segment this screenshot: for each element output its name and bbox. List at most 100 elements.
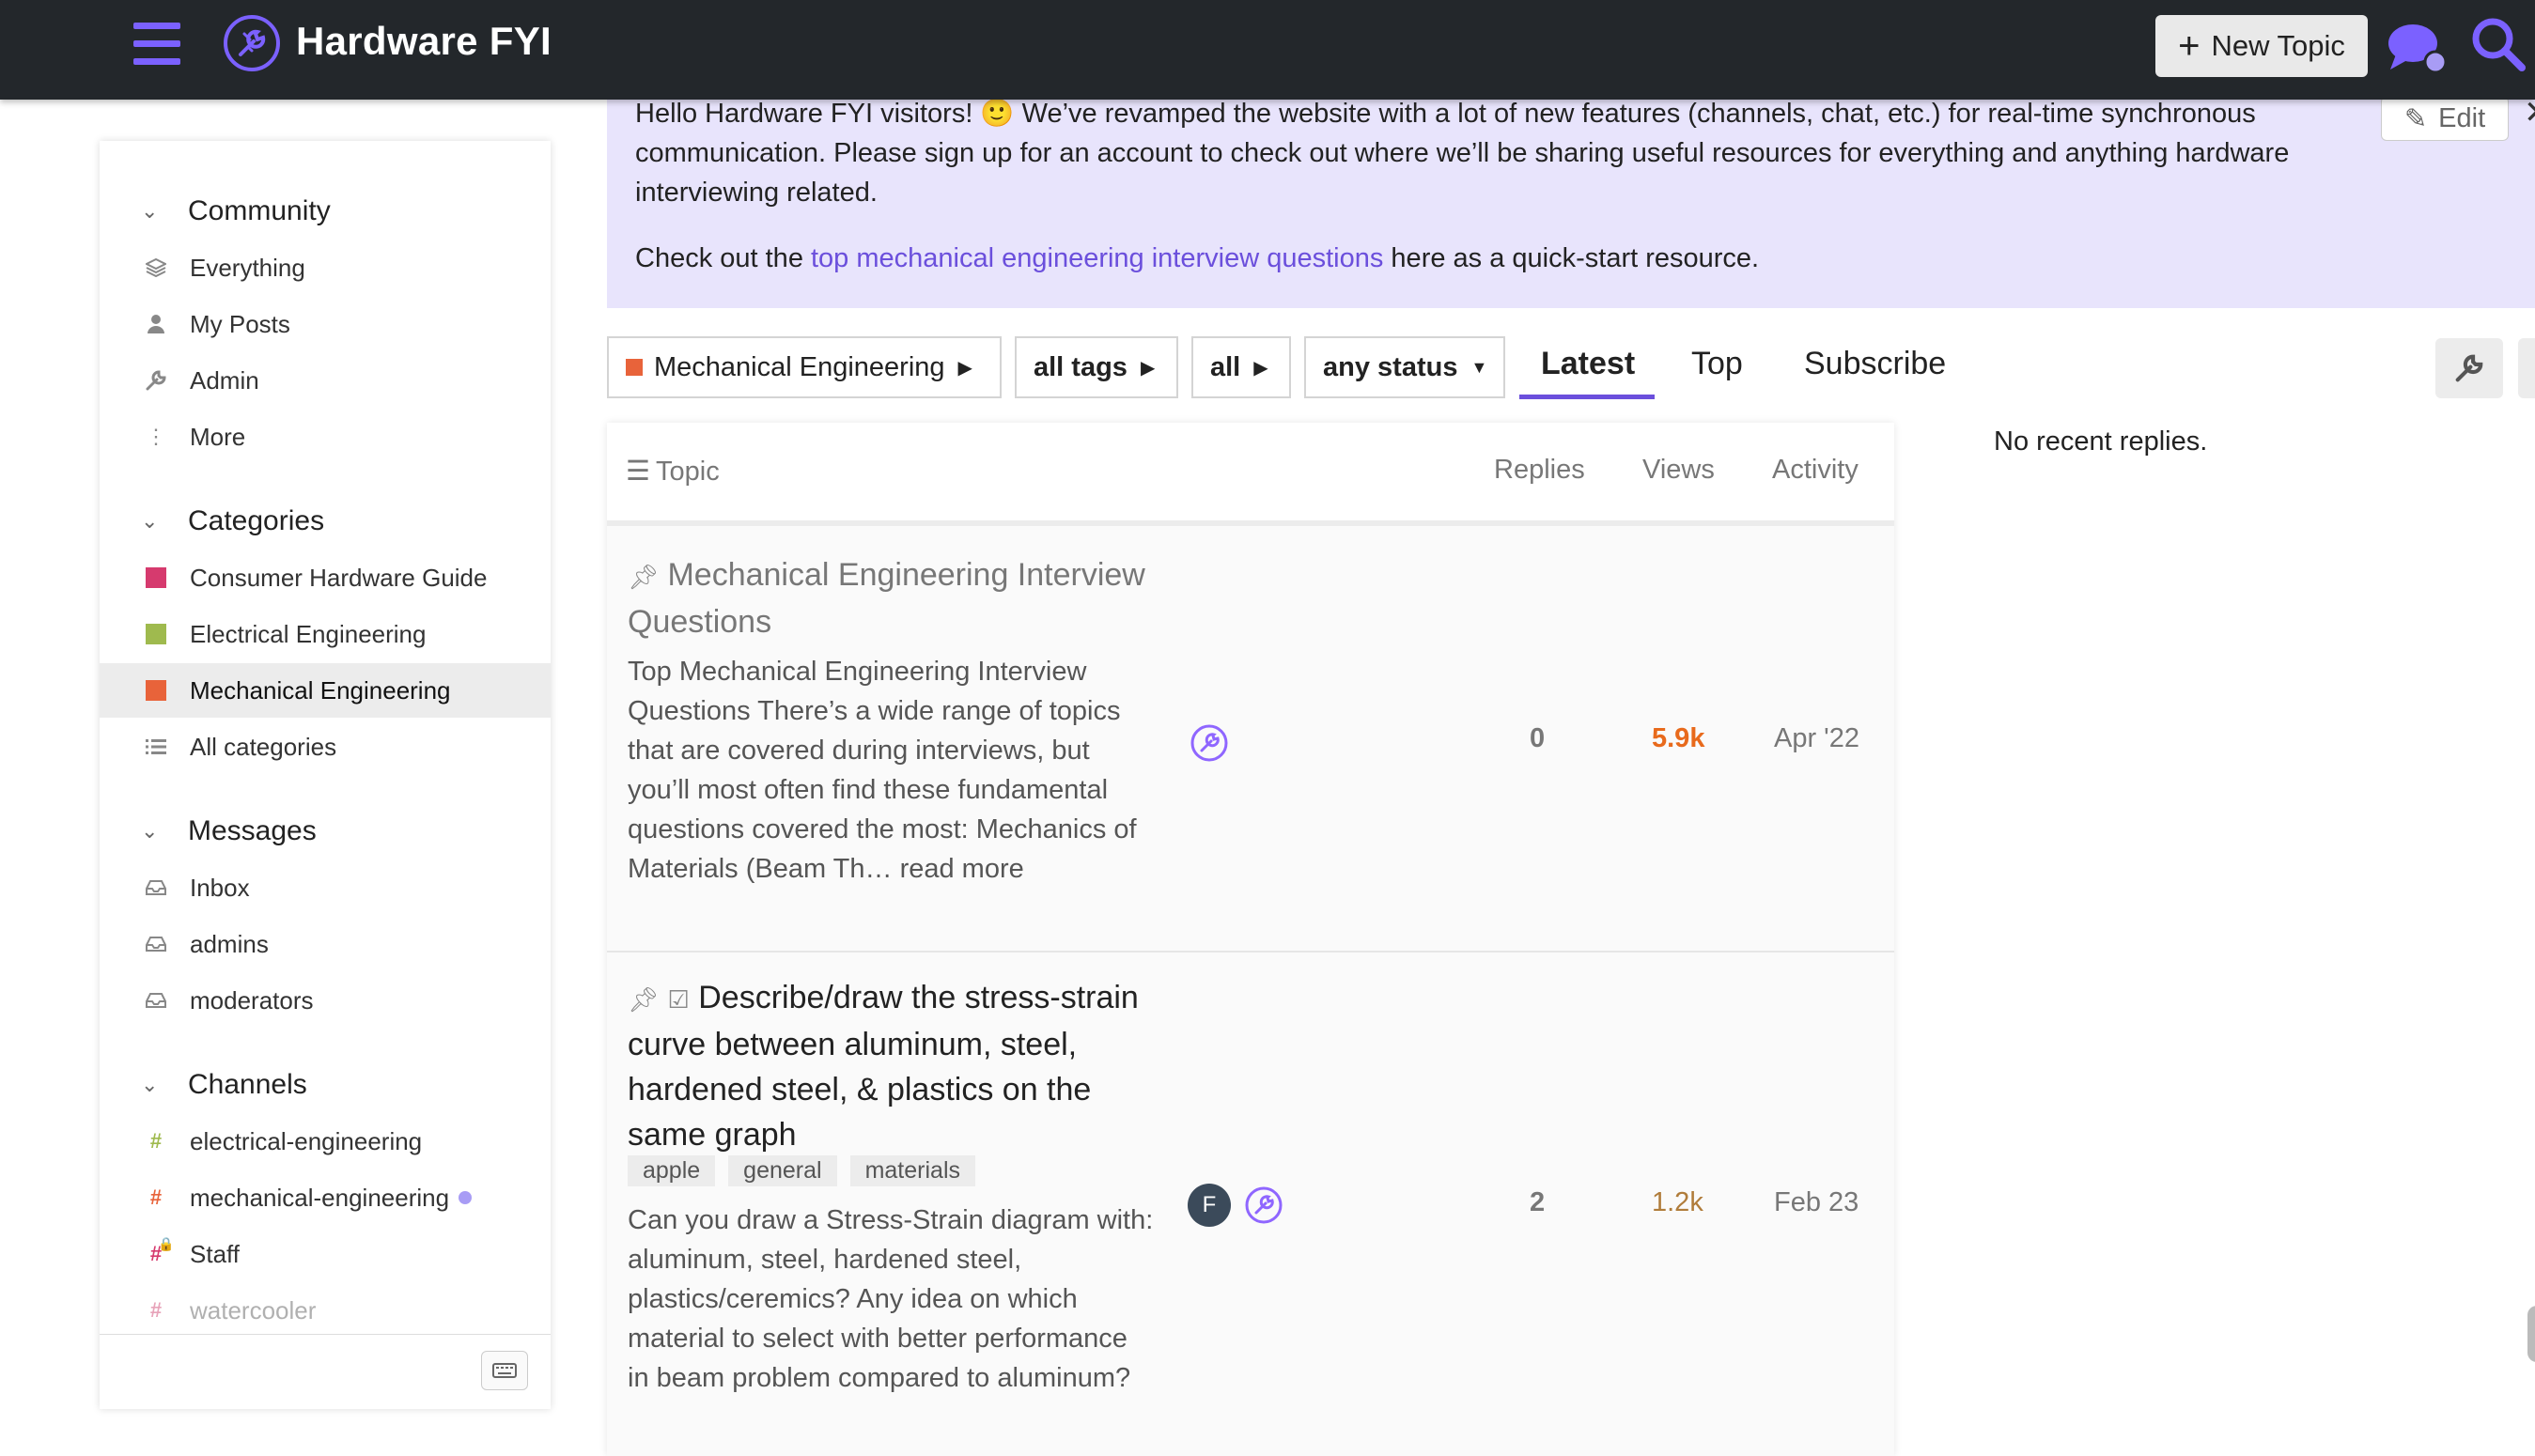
- tag-apple[interactable]: apple: [628, 1155, 716, 1186]
- locked-hash-icon: # 🔒: [149, 1236, 175, 1265]
- status-filter-dropdown[interactable]: any status ▼: [1304, 336, 1505, 398]
- admin-tools-button[interactable]: [2435, 338, 2503, 398]
- channels-section-title: Channels: [188, 1069, 307, 1100]
- user-icon: [143, 314, 169, 334]
- sidebar-footer-divider: [100, 1334, 551, 1335]
- topic-row-2-title: 📌︎ ☑ Describe/draw the stress-strain cur…: [628, 975, 1154, 1157]
- category-color-square: [143, 567, 169, 588]
- sidebar-item-more[interactable]: ⋮ More: [100, 410, 551, 464]
- sidebar-item-admin[interactable]: Admin: [100, 353, 551, 408]
- channel-watercooler[interactable]: # watercooler: [100, 1283, 551, 1338]
- layers-icon: [143, 258, 169, 277]
- site-title[interactable]: Hardware FYI: [296, 19, 552, 64]
- close-banner-icon[interactable]: ✕: [2524, 94, 2535, 132]
- topic-row-1-title: 📌︎ Mechanical Engineering Interview Ques…: [628, 552, 1154, 644]
- poster-avatar[interactable]: F: [1188, 1184, 1231, 1227]
- topic-activity-date[interactable]: Apr '22: [1774, 723, 1859, 754]
- sidebar-item-label: Admin: [190, 365, 259, 395]
- sidebar-item-inbox[interactable]: Inbox: [100, 860, 551, 915]
- category-color-square: [143, 624, 169, 644]
- topic-header-label: Topic: [656, 457, 720, 487]
- topic-title-link[interactable]: Mechanical Engineering Interview Questio…: [628, 557, 1145, 640]
- channel-staff[interactable]: # 🔒 Staff: [100, 1227, 551, 1281]
- category-filter-dropdown[interactable]: Mechanical Engineering ▶: [607, 336, 1002, 398]
- category-color-square: [626, 359, 643, 376]
- read-more-link[interactable]: read more: [900, 854, 1024, 884]
- channel-label: electrical-engineering: [190, 1126, 423, 1155]
- sidebar-item-everything[interactable]: Everything: [100, 240, 551, 295]
- tab-subscribe[interactable]: Subscribe: [1804, 346, 1946, 382]
- tags-filter-label: all tags: [1034, 351, 1128, 382]
- tag-materials[interactable]: materials: [849, 1155, 975, 1186]
- solved-checkbox-icon: ☑: [667, 985, 690, 1014]
- keyboard-icon: [492, 1363, 517, 1378]
- topic-views-count: 5.9k: [1652, 723, 1705, 753]
- chevron-down-icon: ⌄: [141, 509, 159, 533]
- topic-row-1-excerpt: Top Mechanical Engineering Interview Que…: [628, 652, 1154, 889]
- chevron-down-icon: ⌄: [141, 1073, 159, 1096]
- channel-electrical-engineering[interactable]: # electrical-engineering: [100, 1114, 551, 1169]
- sidebar-item-all-categories[interactable]: All categories: [100, 720, 551, 774]
- sidebar-item-label: Consumer Hardware Guide: [190, 563, 488, 592]
- sidebar: ⌄ Community Everything My Posts Admin ⋮ …: [100, 141, 551, 1409]
- keyboard-shortcuts-button[interactable]: [481, 1351, 528, 1390]
- messages-section-toggle[interactable]: ⌄ Messages: [141, 815, 317, 847]
- new-topic-button[interactable]: + New Topic: [2155, 15, 2368, 77]
- sidebar-item-admins[interactable]: admins: [100, 917, 551, 971]
- new-topic-label: New Topic: [2211, 29, 2345, 62]
- sidebar-item-label: Inbox: [190, 873, 250, 902]
- sidebar-item-moderators[interactable]: moderators: [100, 973, 551, 1028]
- sidebar-item-electrical-engineering[interactable]: Electrical Engineering: [100, 607, 551, 661]
- wrench-icon: [143, 370, 169, 391]
- topic-list: ☰ Topic Replies Views Activity 📌︎ Mechani…: [607, 423, 1894, 1456]
- scroll-to-top-handle[interactable]: [2527, 1306, 2535, 1362]
- categories-section-toggle[interactable]: ⌄ Categories: [141, 505, 324, 537]
- community-section-toggle[interactable]: ⌄ Community: [141, 195, 331, 227]
- replies-column-header[interactable]: Replies: [1494, 455, 1585, 486]
- topic-column-header[interactable]: ☰ Topic: [626, 455, 720, 488]
- caret-right-icon: ▶: [1140, 357, 1156, 379]
- subcategory-filter-label: all: [1210, 351, 1241, 382]
- interview-questions-link[interactable]: top mechanical engineering interview que…: [811, 243, 1383, 273]
- edit-banner-button[interactable]: ✎ Edit: [2381, 96, 2509, 141]
- sidebar-item-consumer-hardware-guide[interactable]: Consumer Hardware Guide: [100, 550, 551, 605]
- activity-column-header[interactable]: Activity: [1772, 455, 1858, 486]
- ellipsis-vertical-icon: ⋮: [146, 425, 166, 448]
- hamburger-menu-icon[interactable]: [133, 23, 180, 66]
- notification-options-button[interactable]: [2518, 338, 2535, 398]
- tag-general[interactable]: general: [728, 1155, 837, 1186]
- chevron-down-icon: ⌄: [141, 819, 159, 843]
- pin-icon: 📌︎: [628, 563, 660, 591]
- channel-mechanical-engineering[interactable]: # mechanical-engineering: [100, 1170, 551, 1225]
- tab-top[interactable]: Top: [1691, 346, 1743, 382]
- topic-activity-date[interactable]: Feb 23: [1774, 1187, 1858, 1218]
- plus-icon: +: [2178, 25, 2201, 67]
- search-icon[interactable]: [2469, 15, 2527, 73]
- community-section-title: Community: [188, 195, 331, 226]
- list-icon: [143, 738, 169, 755]
- topic-replies-count: 0: [1530, 723, 1546, 753]
- caret-right-icon: ▶: [957, 357, 972, 379]
- tab-latest[interactable]: Latest: [1541, 346, 1635, 382]
- banner-text-prefix: Check out the: [635, 243, 811, 273]
- subcategory-filter-dropdown[interactable]: all ▶: [1191, 336, 1291, 398]
- sidebar-item-label: admins: [190, 929, 269, 958]
- channels-section-toggle[interactable]: ⌄ Channels: [141, 1069, 307, 1101]
- topic-row-2-excerpt: Can you draw a Stress-Strain diagram wit…: [628, 1205, 1154, 1393]
- hardware-fyi-logo-icon[interactable]: [222, 13, 282, 73]
- topic-title-link[interactable]: Describe/draw the stress-strain curve be…: [628, 980, 1139, 1153]
- sidebar-item-mechanical-engineering[interactable]: Mechanical Engineering: [100, 663, 551, 718]
- chat-icon[interactable]: [2387, 17, 2449, 79]
- views-column-header[interactable]: Views: [1642, 455, 1715, 486]
- banner-resource-line: Check out the top mechanical engineering…: [635, 239, 2402, 278]
- categories-section-title: Categories: [188, 505, 325, 536]
- sidebar-item-my-posts[interactable]: My Posts: [100, 297, 551, 351]
- active-tab-underline: [1519, 395, 1655, 399]
- hash-icon: #: [149, 1298, 163, 1322]
- tags-filter-dropdown[interactable]: all tags ▶: [1015, 336, 1178, 398]
- poster-avatar-logo-icon[interactable]: [1242, 1184, 1285, 1227]
- chevron-down-icon: ⌄: [141, 199, 159, 223]
- poster-avatar-logo-icon[interactable]: [1188, 721, 1231, 765]
- topic-views-count: 1.2k: [1652, 1187, 1703, 1217]
- list-icon: ☰: [626, 457, 650, 487]
